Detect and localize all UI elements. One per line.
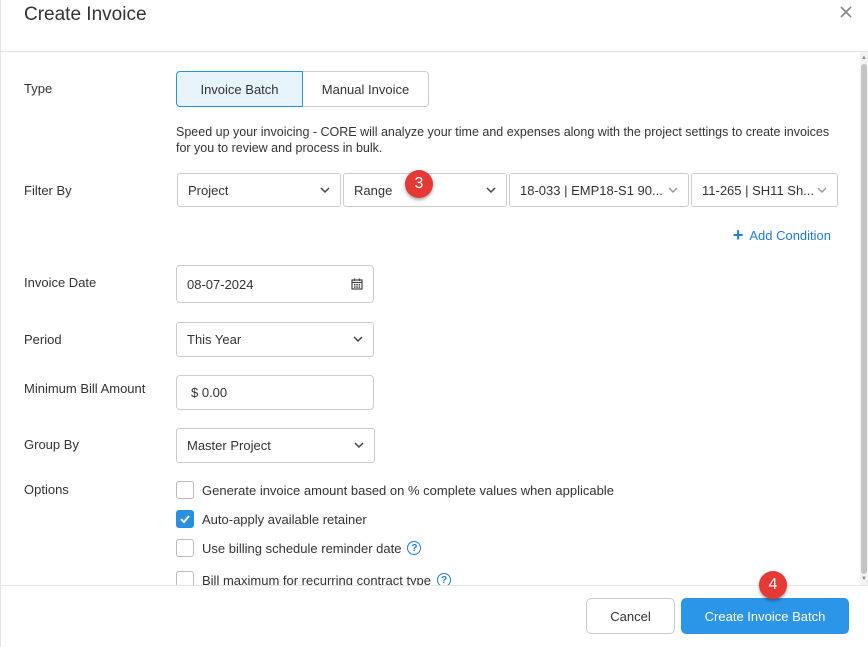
chevron-down-icon <box>817 187 827 194</box>
option-label: Use billing schedule reminder date <box>202 540 402 556</box>
calendar-icon[interactable] <box>351 278 363 290</box>
manual-invoice-tab[interactable]: Manual Invoice <box>303 71 429 107</box>
option-billing-schedule-checkbox[interactable] <box>176 539 194 557</box>
filter-operator-value: Range <box>354 182 393 198</box>
option-percent-complete: Generate invoice amount based on % compl… <box>176 481 614 499</box>
option-auto-apply-retainer-checkbox[interactable] <box>176 510 194 528</box>
step-badge-4: 4 <box>759 571 787 599</box>
period-label: Period <box>24 332 62 347</box>
create-invoice-batch-button[interactable]: Create Invoice Batch <box>681 598 849 634</box>
option-label: Auto-apply available retainer <box>202 511 367 527</box>
dialog-title: Create Invoice <box>24 4 147 25</box>
step-badge-3: 3 <box>405 170 433 198</box>
help-icon[interactable]: ? <box>437 573 452 585</box>
option-percent-complete-checkbox[interactable] <box>176 481 194 499</box>
add-condition-link[interactable]: + Add Condition <box>732 225 831 245</box>
invoice-batch-tab[interactable]: Invoice Batch <box>176 71 303 107</box>
invoice-date-input[interactable]: 08-07-2024 <box>176 265 374 303</box>
checkmark-icon <box>180 515 190 524</box>
period-select[interactable]: This Year <box>176 322 374 357</box>
dialog-body: Type Invoice Batch Manual Invoice Speed … <box>1 52 861 585</box>
scroll-thumb[interactable] <box>861 64 867 574</box>
option-bill-maximum: Bill maximum for recurring contract type… <box>176 571 452 586</box>
chevron-down-icon <box>486 187 496 194</box>
option-auto-apply-retainer: Auto-apply available retainer <box>176 510 367 528</box>
filter-by-label: Filter By <box>24 183 72 198</box>
invoice-date-value: 08-07-2024 <box>187 276 254 292</box>
cancel-button[interactable]: Cancel <box>586 598 675 634</box>
chevron-down-icon <box>320 187 330 194</box>
option-billing-schedule: Use billing schedule reminder date ? <box>176 539 422 557</box>
minimum-bill-amount-input[interactable]: $ 0.00 <box>176 375 374 410</box>
dialog-header: Create Invoice <box>1 0 868 52</box>
dialog-footer: Cancel Create Invoice Batch <box>1 585 868 647</box>
option-bill-maximum-checkbox[interactable] <box>176 571 194 585</box>
plus-icon: + <box>732 225 744 245</box>
invoice-date-label: Invoice Date <box>24 275 97 290</box>
filter-from-value: 18-033 | EMP18-S1 90... <box>520 182 663 198</box>
minimum-bill-amount-label: Minimum Bill Amount <box>24 381 146 396</box>
type-label: Type <box>24 81 53 96</box>
help-text: Speed up your invoicing - CORE will anal… <box>176 125 830 155</box>
options-label: Options <box>24 482 69 497</box>
option-label: Generate invoice amount based on % compl… <box>202 482 614 498</box>
period-value: This Year <box>187 332 242 347</box>
create-invoice-dialog: Create Invoice Type Invoice Batch Manual… <box>0 0 868 647</box>
chevron-down-icon <box>353 336 363 343</box>
chevron-down-icon <box>354 442 364 449</box>
scroll-up-icon[interactable]: ▲ <box>860 54 868 62</box>
scrollbar[interactable]: ▲ ▼ <box>860 52 868 585</box>
filter-to-select[interactable]: 11-265 | SH11 Sh... <box>691 173 838 207</box>
filter-field-value: Project <box>188 182 229 198</box>
add-condition-label: Add Condition <box>749 228 831 243</box>
scroll-down-icon[interactable]: ▼ <box>860 575 868 583</box>
close-icon[interactable] <box>839 5 853 19</box>
filter-field-select[interactable]: Project <box>177 173 341 207</box>
filter-from-select[interactable]: 18-033 | EMP18-S1 90... <box>509 173 689 207</box>
type-toggle: Invoice Batch Manual Invoice <box>176 71 429 107</box>
group-by-label: Group By <box>24 437 79 452</box>
minimum-bill-amount-value: $ 0.00 <box>191 385 228 400</box>
option-label: Bill maximum for recurring contract type <box>202 572 432 586</box>
group-by-value: Master Project <box>187 438 271 453</box>
group-by-select[interactable]: Master Project <box>176 428 375 463</box>
chevron-down-icon <box>668 187 678 194</box>
help-icon[interactable]: ? <box>407 541 422 555</box>
